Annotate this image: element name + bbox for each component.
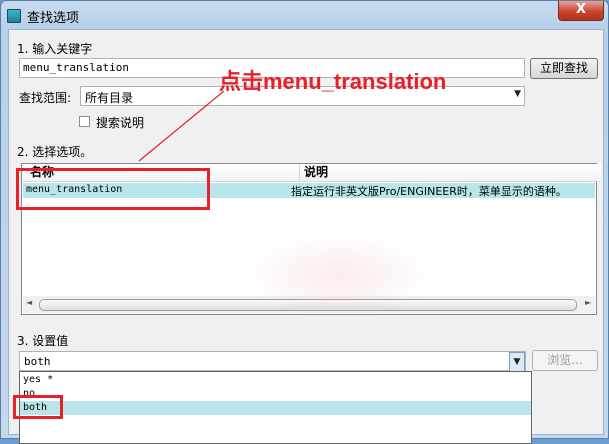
search-description-label: 搜索说明 — [96, 116, 145, 130]
select-option-section-label: 2. 选择选项。 — [17, 145, 93, 159]
window-title: 查找选项 — [27, 11, 80, 26]
option-description-cell: 指定运行非英文版Pro/ENGINEER时，菜单显示的语种。 — [291, 185, 567, 198]
list-item[interactable]: yes * — [20, 373, 531, 387]
list-item[interactable]: both — [20, 401, 531, 415]
app-icon — [7, 9, 21, 23]
search-now-button[interactable]: 立即查找 — [530, 58, 598, 79]
watermark — [239, 230, 439, 320]
scope-selected-value: 所有目录 — [85, 91, 134, 105]
column-header-description[interactable]: 说明 — [299, 164, 601, 182]
value-select[interactable]: both ▼ — [19, 351, 526, 372]
close-button[interactable]: X — [558, 1, 604, 21]
browse-button: 浏览... — [532, 350, 598, 371]
value-selected: both — [24, 355, 51, 368]
search-description-checkbox[interactable] — [79, 116, 90, 127]
scope-label: 查找范围: — [19, 91, 72, 105]
annotation-text: 点击menu_translation — [219, 69, 447, 94]
scroll-right-icon[interactable]: ► — [585, 298, 591, 307]
annotation-highlight-row — [16, 168, 210, 210]
title-bar[interactable]: 查找选项 X — [1, 1, 608, 29]
keyword-section-label: 1. 输入关键字 — [17, 42, 93, 56]
chevron-down-icon: ▼ — [514, 89, 521, 99]
set-value-section-label: 3. 设置值 — [17, 334, 69, 348]
chevron-down-icon[interactable]: ▼ — [509, 352, 525, 372]
find-option-dialog: 查找选项 X 1. 输入关键字 menu_translation 立即查找 查找… — [0, 0, 609, 444]
list-item[interactable]: no — [20, 387, 531, 401]
scroll-left-icon[interactable]: ◄ — [26, 298, 32, 307]
value-dropdown-list: yes * no both — [19, 371, 532, 444]
annotation-highlight-option — [13, 395, 63, 419]
